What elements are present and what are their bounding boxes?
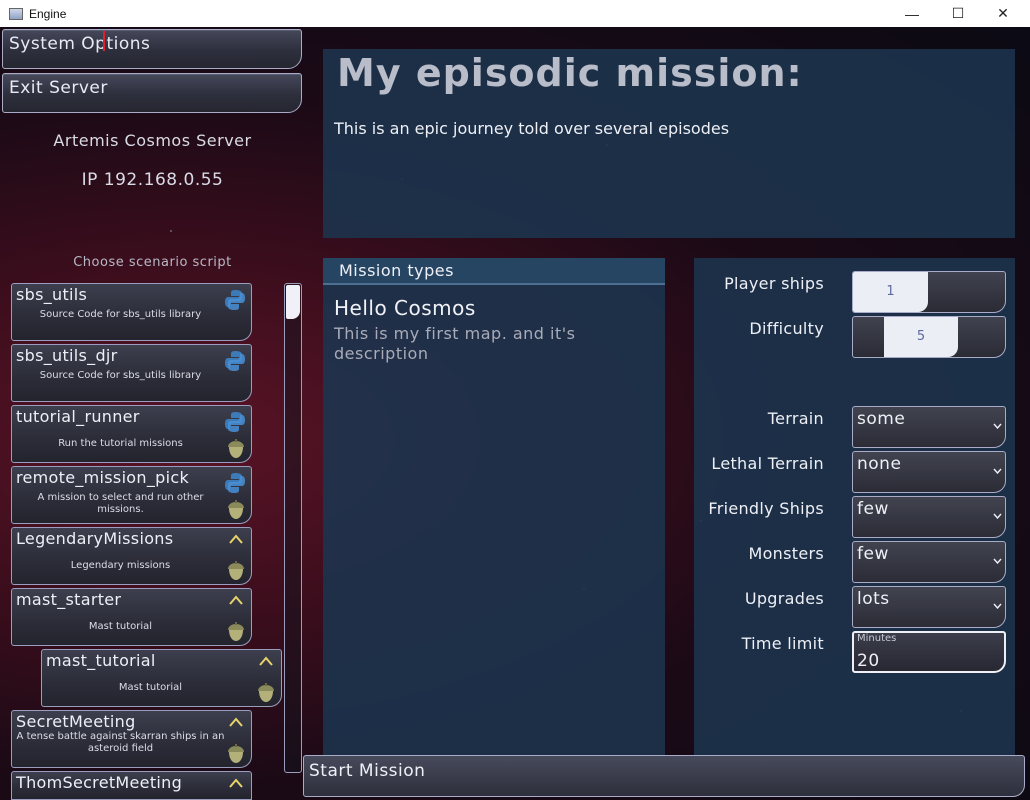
caret-up-icon (229, 534, 243, 544)
lethal-terrain-value: none (857, 454, 902, 474)
mission-type-description: This is my first map. and it's descripti… (334, 324, 576, 363)
script-list-scrollbar[interactable] (284, 283, 302, 773)
script-item-secret-meeting[interactable]: SecretMeeting A tense battle against ska… (11, 710, 252, 768)
mission-types-header-label: Mission types (339, 261, 454, 280)
minimize-button[interactable]: — (889, 0, 935, 27)
choose-script-label: Choose scenario script (73, 255, 232, 270)
script-description: Run the tutorial missions (58, 438, 183, 449)
start-mission-button[interactable]: Start Mission (303, 755, 1025, 797)
chevron-down-icon (993, 603, 1002, 609)
monsters-dropdown[interactable]: few (852, 541, 1006, 583)
difficulty-value: 5 (916, 329, 926, 344)
window-title: Engine (29, 6, 67, 21)
terrain-label: Terrain (767, 409, 824, 428)
acorn-icon (228, 622, 244, 641)
lethal-terrain-label: Lethal Terrain (711, 454, 824, 473)
acorn-icon (228, 744, 244, 763)
maximize-button[interactable]: ☐ (935, 0, 981, 27)
chevron-down-icon (993, 558, 1002, 564)
mission-types-header: Mission types (323, 258, 665, 285)
time-limit-value: 20 (857, 651, 880, 671)
script-description: Legendary missions (70, 560, 171, 571)
upgrades-label: Upgrades (744, 589, 824, 608)
scrollbar-thumb[interactable] (286, 285, 300, 319)
difficulty-slider[interactable]: 5 (852, 316, 1006, 358)
mission-description: This is an epic journey told over severa… (334, 119, 730, 138)
python-icon (225, 290, 245, 310)
caret-up-icon (259, 656, 273, 666)
mission-types-panel: Mission types Hello Cosmos This is my fi… (323, 258, 665, 755)
monsters-value: few (857, 544, 889, 564)
upgrades-value: lots (857, 589, 890, 609)
player-ships-label: Player ships (724, 274, 824, 293)
chevron-down-icon (993, 513, 1002, 519)
script-name: LegendaryMissions (16, 529, 174, 548)
time-limit-input[interactable]: Minutes 20 (852, 631, 1006, 673)
script-item-mast-tutorial[interactable]: mast_tutorial Mast tutorial (41, 649, 282, 707)
script-description: Source Code for sbs_utils library (39, 370, 202, 381)
script-item-sbs-utils[interactable]: sbs_utils Source Code for sbs_utils libr… (11, 283, 252, 341)
server-name: Artemis Cosmos Server (53, 131, 252, 150)
upgrades-dropdown[interactable]: lots (852, 586, 1006, 628)
friendly-ships-label: Friendly Ships (708, 499, 824, 518)
caret-up-icon (229, 595, 243, 605)
script-name: sbs_utils (16, 285, 88, 304)
chevron-down-icon (993, 468, 1002, 474)
exit-server-button[interactable]: Exit Server (2, 73, 302, 113)
script-name: mast_tutorial (46, 651, 156, 670)
script-name: tutorial_runner (16, 407, 140, 426)
script-item-mast-starter[interactable]: mast_starter Mast tutorial (11, 588, 252, 646)
script-description: Mast tutorial (88, 621, 153, 632)
start-mission-label: Start Mission (309, 761, 426, 781)
script-name: mast_starter (16, 590, 122, 609)
script-name: remote_mission_pick (16, 468, 190, 487)
script-item-tutorial-runner[interactable]: tutorial_runner Run the tutorial mission… (11, 405, 252, 463)
difficulty-label: Difficulty (749, 319, 824, 338)
python-icon (225, 351, 245, 371)
mission-title: My episodic mission: (337, 51, 803, 95)
terrain-value: some (857, 409, 906, 429)
acorn-icon (228, 561, 244, 580)
player-ships-value: 1 (886, 284, 895, 299)
mission-description-panel: My episodic mission: This is an epic jou… (323, 49, 1015, 238)
acorn-icon (228, 500, 244, 519)
python-icon (225, 473, 245, 493)
app-icon (9, 7, 23, 20)
script-item-thom-secret-meeting[interactable]: ThomSecretMeeting (11, 771, 252, 800)
script-item-legendary-missions[interactable]: LegendaryMissions Legendary missions (11, 527, 252, 585)
time-limit-caption: Minutes (857, 633, 897, 644)
time-limit-label: Time limit (741, 634, 824, 653)
system-options-button[interactable]: System Options (2, 29, 302, 69)
text-cursor (103, 31, 105, 51)
close-button[interactable]: ✕ (980, 0, 1026, 27)
lethal-terrain-dropdown[interactable]: none (852, 451, 1006, 493)
script-description: A tense battle against skarran ships in … (16, 731, 225, 754)
player-ships-slider[interactable]: 1 (852, 271, 1006, 313)
friendly-ships-dropdown[interactable]: few (852, 496, 1006, 538)
caret-up-icon (229, 717, 243, 727)
mission-options-panel: Player ships 1 Difficulty 5 Terrain some… (694, 258, 1015, 755)
terrain-dropdown[interactable]: some (852, 406, 1006, 448)
script-name: sbs_utils_djr (16, 346, 118, 365)
python-icon (225, 412, 245, 432)
script-description: Source Code for sbs_utils library (39, 309, 202, 320)
server-ip: IP 192.168.0.55 (81, 170, 224, 190)
monsters-label: Monsters (748, 544, 824, 563)
acorn-icon (228, 439, 244, 458)
mission-type-name[interactable]: Hello Cosmos (334, 296, 476, 320)
script-item-remote-mission-pick[interactable]: remote_mission_pick A mission to select … (11, 466, 252, 524)
script-description: A mission to select and run other missio… (37, 492, 204, 515)
exit-server-label: Exit Server (9, 78, 108, 98)
script-description: Mast tutorial (118, 682, 183, 693)
window-titlebar: Engine — ☐ ✕ (0, 0, 1030, 27)
caret-up-icon (229, 778, 243, 788)
friendly-ships-value: few (857, 499, 889, 519)
system-options-label: System Options (9, 34, 151, 54)
script-name: SecretMeeting (16, 712, 136, 731)
chevron-down-icon (993, 423, 1002, 429)
script-name: ThomSecretMeeting (16, 773, 183, 792)
script-item-sbs-utils-djr[interactable]: sbs_utils_djr Source Code for sbs_utils … (11, 344, 252, 402)
acorn-icon (258, 683, 274, 702)
